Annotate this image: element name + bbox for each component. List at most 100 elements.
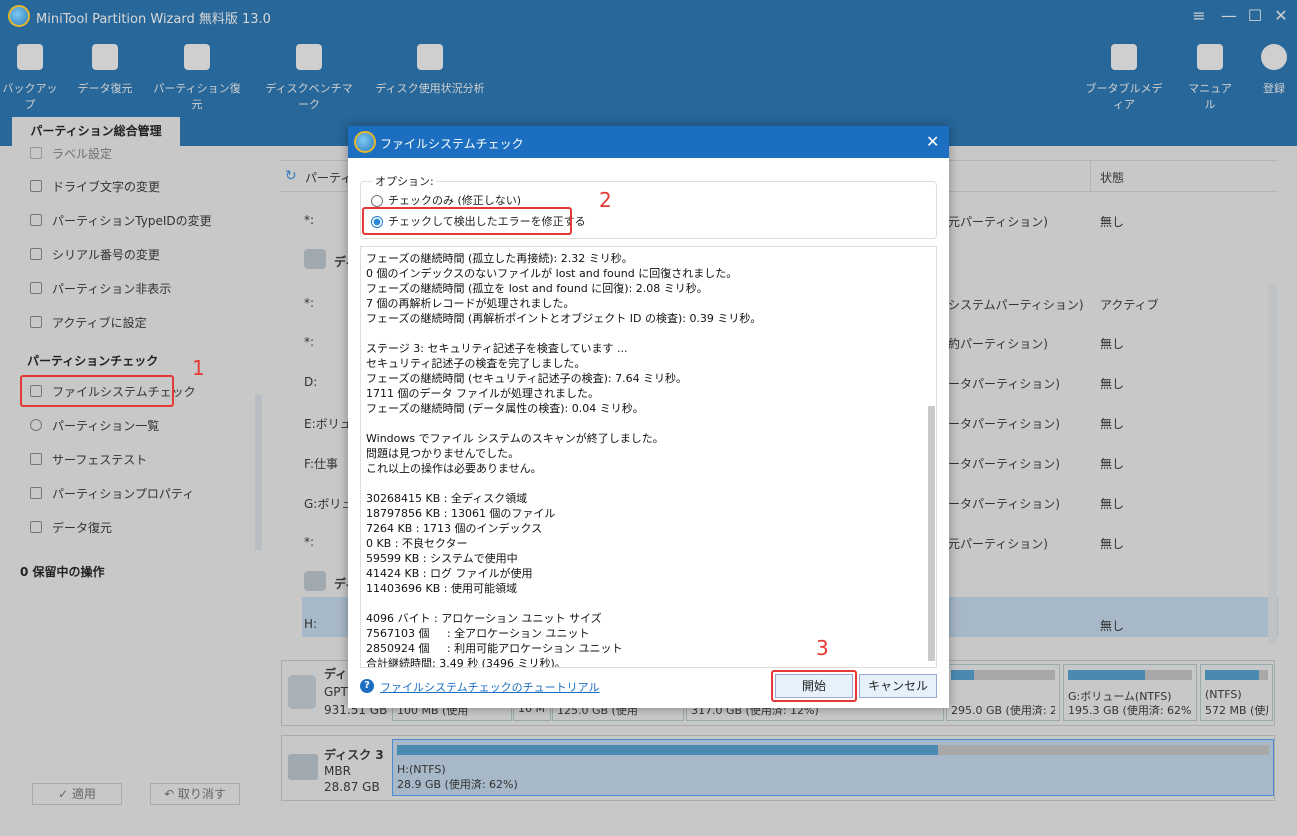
disk-3-row[interactable]: ディスク 3 MBR 28.87 GB H:(NTFS) 28.9 GB (使用… bbox=[281, 735, 1275, 801]
sidebar-item-file-system-check[interactable]: ファイルシステムチェック bbox=[30, 381, 196, 401]
sidebar-item-surface-test[interactable]: サーフェステスト bbox=[30, 449, 147, 469]
refresh-icon[interactable]: ↻ bbox=[285, 168, 297, 184]
log-scrollbar[interactable] bbox=[928, 406, 935, 661]
sidebar-item-partition-properties[interactable]: パーティションプロパティ bbox=[30, 483, 194, 503]
partition-h[interactable]: H:(NTFS) 28.9 GB (使用済: 62%) bbox=[392, 739, 1274, 796]
apply-button[interactable]: ✓ 適用 bbox=[32, 783, 122, 805]
close-icon[interactable]: ✕ bbox=[1270, 6, 1292, 25]
sidebar-item-hide-partition[interactable]: パーティション非表示 bbox=[30, 278, 171, 298]
radio-check-only[interactable] bbox=[371, 195, 383, 207]
file-system-check-dialog: ファイルシステムチェック ✕ オプション: チェックのみ (修正しない) チェッ… bbox=[348, 126, 949, 708]
dialog-title: ファイルシステムチェック bbox=[380, 137, 524, 151]
tutorial-link[interactable]: ファイルシステムチェックのチュートリアル bbox=[380, 679, 600, 695]
usage-fill bbox=[1068, 670, 1145, 680]
book-icon bbox=[1197, 44, 1223, 70]
label: サーフェステスト bbox=[52, 452, 148, 467]
title-bar: MiniTool Partition Wizard 無料版 13.0 ≡ — ☐… bbox=[0, 0, 1297, 32]
options-group: チェックのみ (修正しない) チェックして検出したエラーを修正する 2 bbox=[360, 181, 937, 239]
annotation-2: 2 bbox=[599, 188, 612, 212]
label: チェックのみ (修正しない) bbox=[388, 194, 522, 207]
partition-usage: 295.0 GB (使用済: 22%) bbox=[951, 704, 1055, 717]
partition-usage: 28.9 GB (使用済: 62%) bbox=[397, 778, 518, 791]
partition-label: H:(NTFS) bbox=[397, 763, 446, 776]
disk-benchmark-icon bbox=[296, 44, 322, 70]
undo-button[interactable]: ↶ 取り消す bbox=[150, 783, 240, 805]
surface-test-icon bbox=[30, 453, 42, 465]
partition-type: ータパーティション) bbox=[948, 497, 1060, 511]
partition-name: F:仕事 bbox=[304, 457, 339, 471]
backup-button[interactable]: バックアップ bbox=[2, 44, 58, 112]
sidebar-item-change-letter[interactable]: ドライブ文字の変更 bbox=[30, 176, 160, 196]
sidebar-item-label-set[interactable]: ラベル設定 bbox=[30, 143, 112, 163]
usage-bar bbox=[397, 745, 1269, 755]
partition-status: 無し bbox=[1100, 457, 1125, 471]
partition-recovery-button[interactable]: パーティション復元 bbox=[152, 44, 242, 112]
disk-type: GPT bbox=[324, 685, 348, 699]
partition-status: 無し bbox=[1100, 215, 1125, 229]
data-recovery-icon bbox=[92, 44, 118, 70]
usage-fill bbox=[951, 670, 974, 680]
manual-button[interactable]: マニュアル bbox=[1184, 44, 1236, 112]
sidebar-item-data-recovery[interactable]: データ復元 bbox=[30, 517, 112, 537]
layers-icon bbox=[30, 214, 42, 226]
sidebar-item-change-serial[interactable]: シリアル番号の変更 bbox=[30, 244, 160, 264]
label: ドライブ文字の変更 bbox=[52, 179, 161, 194]
help-icon: ? bbox=[360, 679, 374, 693]
sidebar-scrollbar[interactable] bbox=[255, 395, 262, 550]
data-recovery-button[interactable]: データ復元 bbox=[74, 44, 136, 96]
sidebar-item-partition-list[interactable]: パーティション一覧 bbox=[30, 415, 159, 435]
space-analyzer-button[interactable]: ディスク使用状況分析 bbox=[374, 44, 486, 96]
app-logo-icon bbox=[354, 131, 376, 153]
section-partition-check: パーティションチェック bbox=[27, 354, 159, 368]
pin-icon bbox=[30, 316, 42, 328]
usage-fill bbox=[397, 745, 938, 755]
sidebar-item-set-active[interactable]: アクティブに設定 bbox=[30, 312, 147, 332]
label-icon bbox=[30, 147, 42, 159]
usb-drive-icon bbox=[288, 754, 318, 780]
sidebar-item-change-typeid[interactable]: パーティションTypeIDの変更 bbox=[30, 210, 212, 230]
partition-label: G:ボリューム(NTFS) bbox=[1068, 690, 1172, 702]
bootable-media-button[interactable]: ブータブルメディア bbox=[1082, 44, 1166, 112]
partition-type: 約パーティション) bbox=[948, 337, 1048, 351]
data-recovery-icon bbox=[30, 521, 42, 533]
partition-status: アクティブ bbox=[1100, 298, 1159, 312]
table-scrollbar[interactable] bbox=[1268, 285, 1277, 645]
partition-usage: 572 MB (使用 bbox=[1205, 704, 1268, 717]
menu-icon[interactable]: ≡ bbox=[1188, 6, 1210, 25]
cancel-button[interactable]: キャンセル bbox=[859, 674, 937, 698]
usage-bar bbox=[1205, 670, 1268, 680]
partition-status: 無し bbox=[1100, 377, 1125, 391]
label: パーティション復元 bbox=[153, 82, 241, 111]
check-log-output[interactable]: フェーズの継続時間 (孤立した再接続): 2.32 ミリ秒。 0 個のインデック… bbox=[360, 246, 937, 668]
highlight-box bbox=[362, 207, 572, 235]
partition-type: ータパーティション) bbox=[948, 457, 1060, 471]
backup-icon bbox=[17, 44, 43, 70]
partition-block[interactable]: G:ボリューム(NTFS) 195.3 GB (使用済: 62%) bbox=[1063, 664, 1197, 721]
usage-fill bbox=[1205, 670, 1259, 680]
annotation-3: 3 bbox=[816, 636, 829, 660]
partition-block[interactable]: (NTFS) 572 MB (使用 bbox=[1200, 664, 1273, 721]
disk-name: ディスク 3 bbox=[324, 748, 384, 762]
dialog-close-icon[interactable]: ✕ bbox=[926, 132, 939, 151]
drive-letter-icon bbox=[30, 180, 42, 192]
partition-status: 無し bbox=[1100, 619, 1125, 633]
barcode-icon bbox=[30, 248, 42, 260]
option-check-only[interactable]: チェックのみ (修正しない) bbox=[371, 192, 521, 208]
minimize-icon[interactable]: — bbox=[1218, 6, 1240, 25]
label: シリアル番号の変更 bbox=[52, 247, 160, 262]
partition-name: D: bbox=[304, 375, 318, 389]
partition-status: 無し bbox=[1100, 537, 1125, 551]
partition-recovery-icon bbox=[184, 44, 210, 70]
app-logo-icon bbox=[8, 5, 30, 27]
disk-benchmark-button[interactable]: ディスクベンチマーク bbox=[262, 44, 356, 112]
partition-block[interactable]: 295.0 GB (使用済: 22%) bbox=[946, 664, 1060, 721]
register-button[interactable]: 登録 bbox=[1254, 44, 1294, 96]
partition-label bbox=[951, 688, 1055, 702]
partition-type: ータパーティション) bbox=[948, 417, 1060, 431]
maximize-icon[interactable]: ☐ bbox=[1244, 6, 1266, 25]
partition-status: 無し bbox=[1100, 497, 1125, 511]
label: ラベル設定 bbox=[52, 146, 113, 161]
start-button[interactable]: 開始 bbox=[775, 674, 853, 698]
label: ディスクベンチマーク bbox=[265, 82, 353, 111]
user-add-icon bbox=[1261, 44, 1287, 70]
